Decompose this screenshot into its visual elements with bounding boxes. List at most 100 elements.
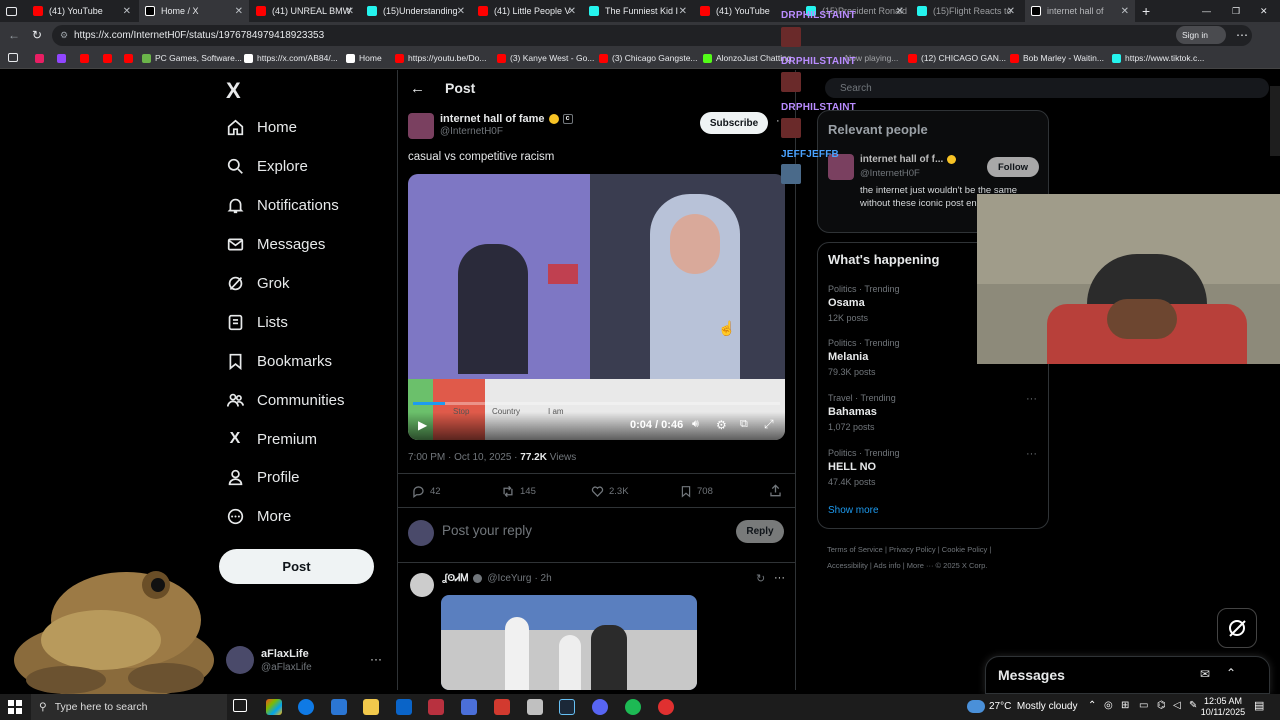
- file-explorer-icon[interactable]: [363, 699, 379, 715]
- back-icon[interactable]: ←: [8, 28, 20, 42]
- bookmark-item[interactable]: PC Games, Software...: [142, 53, 242, 63]
- close-tab-icon[interactable]: ✕: [457, 6, 465, 17]
- apps-icon[interactable]: [8, 53, 18, 62]
- avatar[interactable]: [226, 646, 254, 674]
- nav-item-grok[interactable]: Grok: [226, 274, 290, 292]
- app-icon[interactable]: [658, 699, 674, 715]
- footer-link[interactable]: More ···: [907, 561, 934, 570]
- reply-button[interactable]: Reply: [736, 520, 784, 543]
- reply-menu-icon[interactable]: ···: [774, 572, 785, 584]
- follow-button[interactable]: Follow: [987, 157, 1039, 177]
- messages-drawer[interactable]: Messages ✉ ⌃: [985, 656, 1270, 694]
- repost-action[interactable]: 145: [501, 485, 536, 498]
- nav-item-messages[interactable]: Messages: [226, 235, 325, 253]
- trend-item[interactable]: Politics · Trending HELL NO 47.4K posts: [828, 448, 900, 487]
- footer-link[interactable]: Ads info: [874, 561, 901, 570]
- grok-explain-icon[interactable]: ↻: [756, 572, 765, 585]
- avatar[interactable]: [410, 573, 434, 597]
- nav-item-notifications[interactable]: Notifications: [226, 196, 339, 214]
- post-button[interactable]: Post: [219, 549, 374, 584]
- bookmark-item[interactable]: AlonzoJust Chatting: [703, 53, 792, 63]
- tray-app-icon[interactable]: ◎: [1104, 700, 1113, 711]
- spotify-icon[interactable]: [625, 699, 641, 715]
- browser-tab[interactable]: (15)Flight Reacts to ✕: [911, 0, 1021, 22]
- close-tab-icon[interactable]: ✕: [1121, 6, 1129, 17]
- pip-icon[interactable]: ⧉: [740, 418, 748, 431]
- like-action[interactable]: 2.3K: [591, 485, 629, 498]
- bookmark-item[interactable]: (12) CHICAGO GAN...: [908, 53, 1006, 63]
- task-view-icon[interactable]: [233, 699, 247, 712]
- account-menu-icon[interactable]: ···: [370, 652, 382, 666]
- trend-item[interactable]: Politics · Trending Osama 12K posts: [828, 284, 900, 323]
- volume-icon[interactable]: 🔊︎: [692, 418, 699, 431]
- tray-app-icon[interactable]: ⊞: [1121, 700, 1129, 711]
- nav-item-more[interactable]: More: [226, 507, 291, 525]
- trend-menu-icon[interactable]: ···: [1026, 393, 1037, 405]
- bookmark-item[interactable]: https://www.tiktok.c...: [1112, 53, 1204, 63]
- search-input[interactable]: Search: [825, 78, 1269, 98]
- clock[interactable]: 12:05 AM 10/11/2025: [1200, 696, 1246, 718]
- close-tab-icon[interactable]: ✕: [679, 6, 687, 17]
- video-progress-bar[interactable]: [413, 402, 780, 405]
- store-icon[interactable]: [331, 699, 347, 715]
- close-tab-icon[interactable]: ✕: [235, 6, 243, 17]
- bookmark-icon[interactable]: [35, 54, 44, 63]
- pen-icon[interactable]: ✎: [1189, 700, 1197, 711]
- nav-item-explore[interactable]: Explore: [226, 157, 308, 175]
- nav-item-home[interactable]: Home: [226, 118, 297, 136]
- footer-link[interactable]: Privacy Policy: [889, 545, 936, 554]
- nav-item-premium[interactable]: X Premium: [226, 430, 317, 448]
- nav-item-lists[interactable]: Lists: [226, 313, 288, 331]
- author-name[interactable]: internet hall of fame c: [440, 113, 573, 125]
- browser-tab[interactable]: Home / X ✕: [139, 0, 249, 22]
- browser-tab[interactable]: (41) Little People V ✕: [472, 0, 582, 22]
- sign-in-button[interactable]: Sign in: [1176, 26, 1226, 44]
- nav-item-profile[interactable]: Profile: [226, 468, 300, 486]
- copilot-icon[interactable]: [266, 699, 282, 715]
- youtube-icon[interactable]: [103, 54, 112, 63]
- grok-floating-button[interactable]: [1217, 608, 1257, 648]
- share-action[interactable]: [769, 484, 782, 502]
- app-icon[interactable]: [428, 699, 444, 715]
- reply-action[interactable]: 42: [412, 485, 441, 498]
- network-icon[interactable]: ⌬: [1157, 700, 1166, 711]
- tray-chevron-icon[interactable]: ⌃: [1088, 700, 1096, 711]
- reply-input[interactable]: Post your reply: [442, 523, 722, 538]
- weather-text[interactable]: 27°C Mostly cloudy: [989, 701, 1077, 712]
- youtube-icon[interactable]: [124, 54, 133, 63]
- footer-link[interactable]: Cookie Policy: [942, 545, 987, 554]
- back-button[interactable]: ←: [410, 80, 425, 97]
- bookmark-action[interactable]: 708: [680, 485, 713, 498]
- settings-icon[interactable]: ⚙: [716, 418, 727, 432]
- bookmark-item[interactable]: Bob Marley - Waitin...: [1010, 53, 1104, 63]
- tab-actions-icon[interactable]: [0, 0, 26, 22]
- browser-tab[interactable]: (41) YouTube: [694, 0, 784, 22]
- play-icon[interactable]: ▶: [418, 418, 427, 432]
- subscribe-button[interactable]: Subscribe: [700, 112, 768, 134]
- show-more-link[interactable]: Show more: [828, 505, 879, 516]
- reload-icon[interactable]: ↻: [32, 28, 42, 42]
- relevant-person-name[interactable]: internet hall of f...: [860, 154, 957, 165]
- nav-item-communities[interactable]: Communities: [226, 391, 345, 409]
- browser-tab[interactable]: The Funniest Kid I ✕: [583, 0, 693, 22]
- trend-item[interactable]: Travel · Trending Bahamas 1,072 posts: [828, 393, 896, 432]
- steam-icon[interactable]: [559, 699, 575, 715]
- youtube-icon[interactable]: [80, 54, 89, 63]
- close-tab-icon[interactable]: ✕: [568, 6, 576, 17]
- browser-tab[interactable]: (41) UNREAL BMW ✕: [250, 0, 360, 22]
- expand-icon[interactable]: ⌃: [1226, 666, 1236, 680]
- close-tab-icon[interactable]: ✕: [1007, 6, 1015, 17]
- fullscreen-icon[interactable]: ⤢: [764, 417, 774, 432]
- avatar[interactable]: [408, 113, 434, 139]
- taskbar-search-input[interactable]: ⚲ Type here to search: [31, 694, 227, 720]
- twitch-icon[interactable]: [57, 54, 66, 63]
- bookmark-item[interactable]: https://youtu.be/Do...: [395, 53, 486, 63]
- video-player[interactable]: Stop Country I am ▶ 0:04 / 0:46 🔊︎ ⚙ ⧉ ⤢: [408, 174, 785, 440]
- browser-tab[interactable]: internet hall of ✕: [1025, 0, 1135, 22]
- notification-icon[interactable]: ▤: [1254, 699, 1264, 712]
- x-logo[interactable]: X: [226, 78, 241, 104]
- app-icon[interactable]: [527, 699, 543, 715]
- scrollbar[interactable]: [1270, 86, 1280, 156]
- close-tab-icon[interactable]: ✕: [896, 6, 904, 17]
- menu-icon[interactable]: ⋯: [1236, 28, 1248, 42]
